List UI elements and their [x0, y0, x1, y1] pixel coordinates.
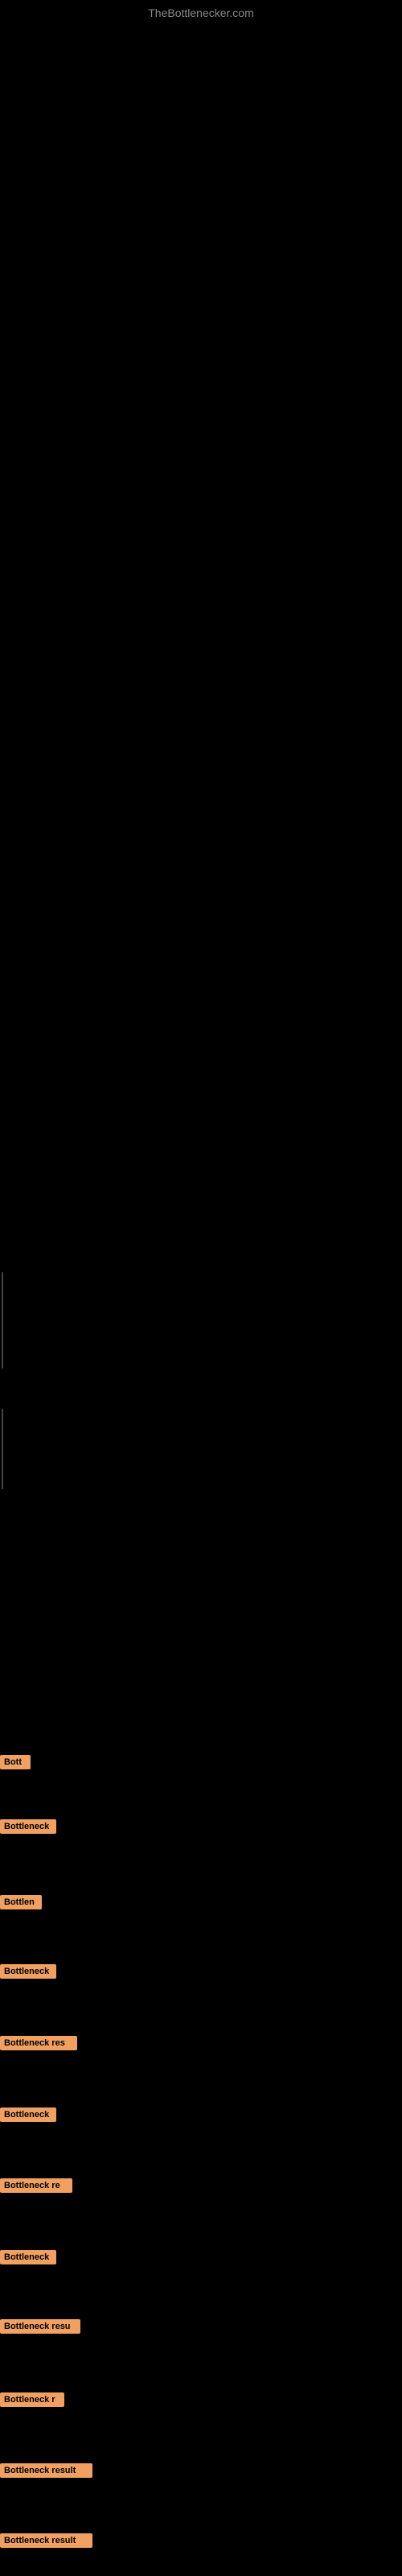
bottleneck-result-8: Bottleneck	[0, 2250, 56, 2264]
bottleneck-result-2: Bottleneck	[0, 1819, 56, 1834]
bottleneck-result-1: Bott	[0, 1755, 31, 1769]
bottleneck-result-6: Bottleneck	[0, 2107, 56, 2122]
bottleneck-result-4: Bottleneck	[0, 1964, 56, 1979]
bottleneck-result-9: Bottleneck resu	[0, 2319, 80, 2334]
bottleneck-result-12: Bottleneck result	[0, 2533, 92, 2548]
vertical-line-1	[2, 1272, 3, 1368]
vertical-line-2	[2, 1409, 3, 1489]
bottleneck-result-3: Bottlen	[0, 1895, 42, 1909]
bottleneck-result-11: Bottleneck result	[0, 2463, 92, 2478]
bottleneck-result-10: Bottleneck r	[0, 2392, 64, 2407]
site-title: TheBottlenecker.com	[148, 6, 254, 19]
bottleneck-result-5: Bottleneck res	[0, 2036, 77, 2050]
bottleneck-result-7: Bottleneck re	[0, 2178, 72, 2193]
